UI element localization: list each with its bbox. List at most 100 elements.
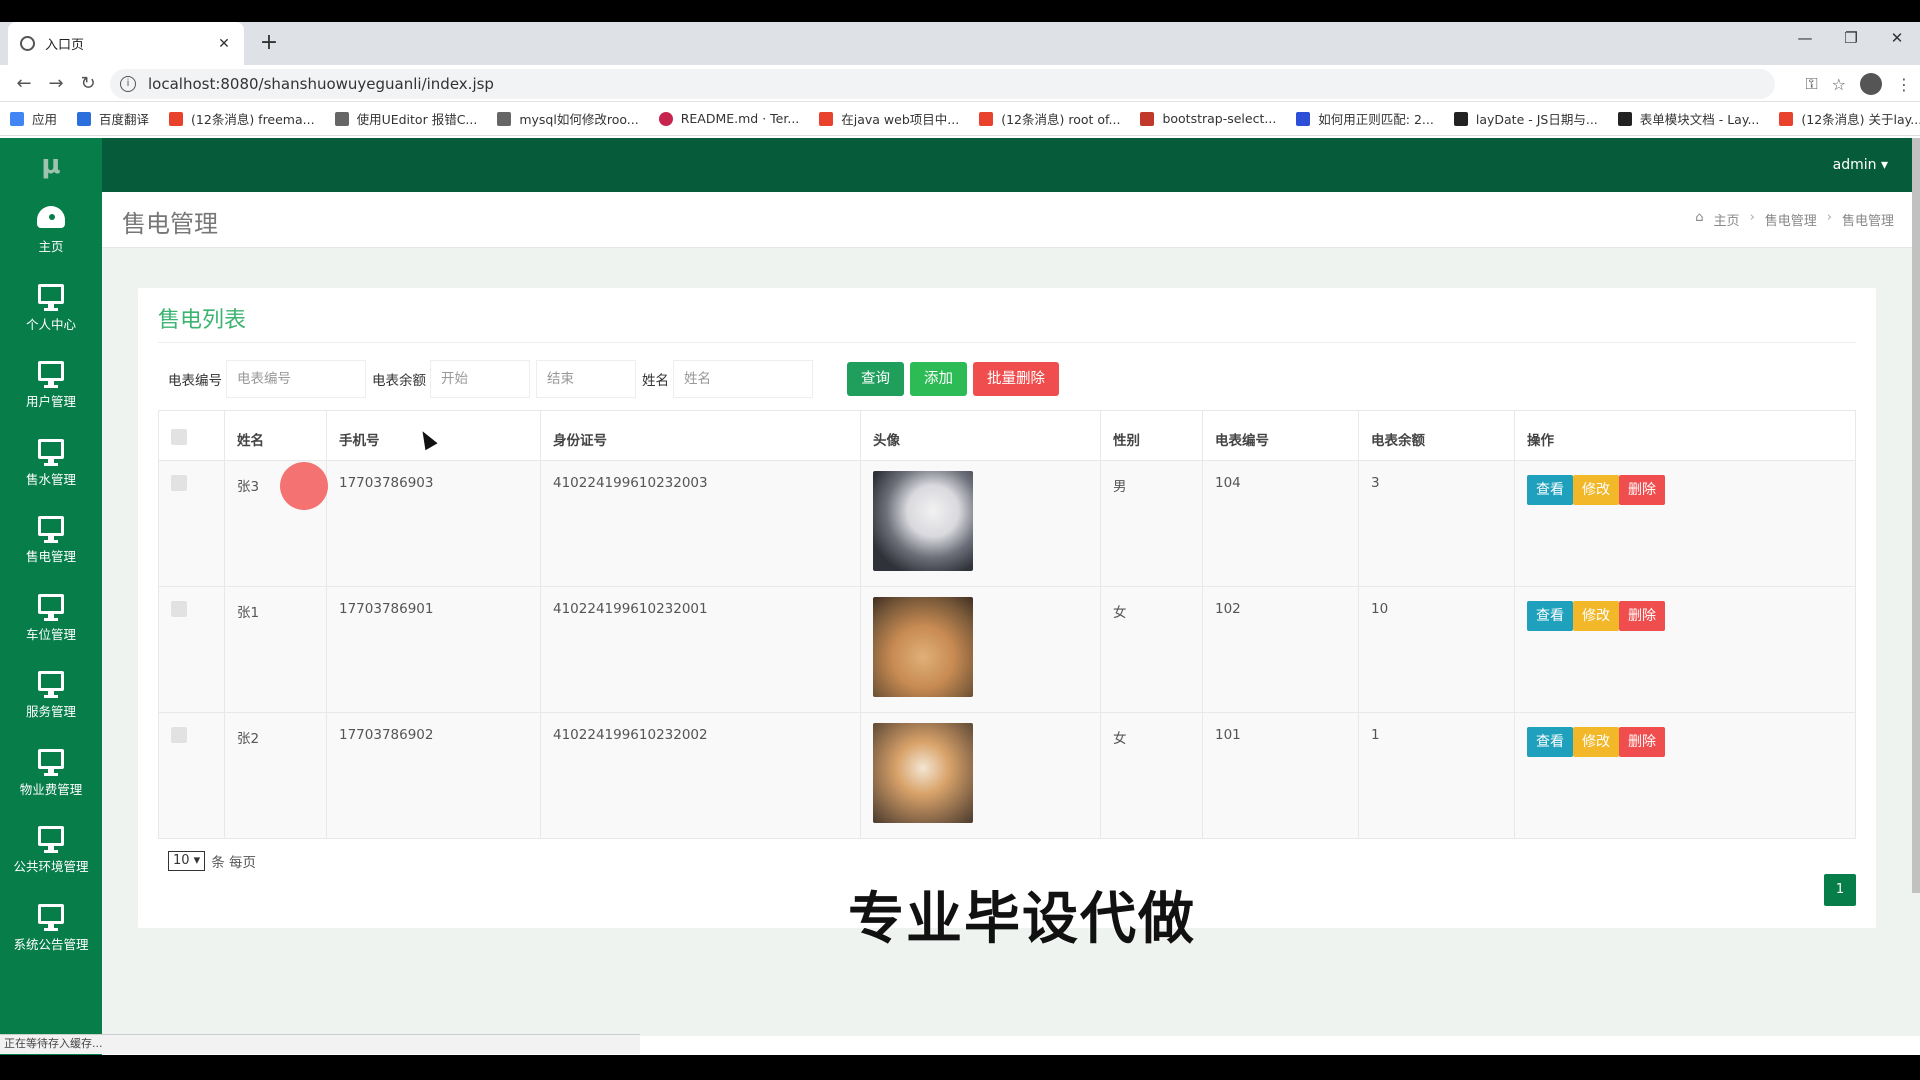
sidebar-item-home[interactable]: 主页 (0, 192, 102, 270)
bookmark-item[interactable]: 应用 (10, 109, 57, 128)
breadcrumb: ⌂ 主页 › 售电管理 › 售电管理 (1695, 210, 1894, 229)
tab-title: 入口页 (45, 38, 85, 53)
add-button[interactable]: 添加 (910, 362, 967, 396)
sidebar-item-notice[interactable]: 系统公告管理 (0, 890, 102, 968)
meter-input[interactable]: 电表编号 (226, 360, 366, 398)
browser-tab[interactable]: 入口页 ✕ (8, 22, 244, 65)
cell-phone: 17703786901 (326, 586, 541, 713)
bookmark-item[interactable]: mysql如何修改roo... (497, 109, 639, 128)
page-size-control: 10 ▾ 条 每页 (168, 851, 256, 871)
monitor-icon (38, 361, 64, 389)
browser-window: 入口页 ✕ + — ❐ ✕ ← → ↻ i localhost:8080/sha… (0, 22, 1920, 1055)
back-button[interactable]: ← (8, 73, 40, 94)
info-icon[interactable]: i (120, 76, 136, 92)
cell-balance: 1 (1358, 712, 1515, 839)
bookmark-item[interactable]: bootstrap-select... (1140, 111, 1276, 126)
bookmark-item[interactable]: (12条消息) root of... (979, 109, 1120, 128)
search-form: 电表编号 电表编号 电表余额 开始 结束 姓名 姓名 查询 添加 批量删除 (168, 360, 1065, 398)
bookmark-item[interactable]: 百度翻译 (77, 109, 149, 128)
delete-button[interactable]: 删除 (1619, 601, 1665, 631)
address-bar[interactable]: i localhost:8080/shanshuowuyeguanli/inde… (110, 69, 1775, 99)
click-indicator (280, 462, 328, 510)
sidebar-item-electricity[interactable]: 售电管理 (0, 502, 102, 580)
batch-delete-button[interactable]: 批量删除 (973, 362, 1059, 396)
row-checkbox[interactable] (171, 475, 187, 491)
name-input[interactable]: 姓名 (673, 360, 813, 398)
bookmark-item[interactable]: (12条消息) freema... (169, 109, 315, 128)
bookmark-item[interactable]: README.md · Ter... (658, 111, 799, 126)
select-all-checkbox[interactable] (171, 429, 187, 445)
view-button[interactable]: 查看 (1527, 475, 1573, 505)
sidebar: μ 主页 个人中心 用户管理 售水管理 售电管理 车位管理 服务管理 物业费管理… (0, 138, 102, 1055)
cell-name: 张2 (224, 712, 327, 839)
restore-button[interactable]: ❐ (1828, 22, 1874, 54)
monitor-icon (38, 438, 64, 466)
row-checkbox[interactable] (171, 727, 187, 743)
page-size-select[interactable]: 10 ▾ (168, 851, 206, 871)
close-tab-icon[interactable]: ✕ (216, 36, 232, 52)
table-row: 张3 17703786903 410224199610232003 男 104 … (158, 460, 1856, 587)
new-tab-button[interactable]: + (256, 30, 282, 55)
cell-idcard: 410224199610232003 (540, 460, 861, 587)
bookmark-item[interactable]: 表单模块文档 - Lay... (1617, 109, 1759, 128)
col-name[interactable]: 姓名 (224, 410, 327, 461)
avatar-image (873, 471, 973, 571)
pagination-page-1[interactable]: 1 (1824, 874, 1856, 906)
cell-name: 张1 (224, 586, 327, 713)
cell-meter: 104 (1202, 460, 1359, 587)
per-page-label: 条 每页 (211, 855, 257, 871)
browser-toolbar: ← → ↻ i localhost:8080/shanshuowuyeguanl… (0, 65, 1920, 102)
breadcrumb-home[interactable]: 主页 (1714, 210, 1740, 229)
globe-icon (20, 36, 35, 51)
bookmark-item[interactable]: layDate - JS日期与... (1453, 109, 1598, 128)
forward-button[interactable]: → (40, 73, 72, 94)
account-icon[interactable] (1860, 73, 1882, 95)
menu-icon[interactable]: ⋮ (1896, 75, 1912, 94)
sidebar-item-service[interactable]: 服务管理 (0, 657, 102, 735)
cell-idcard: 410224199610232002 (540, 712, 861, 839)
breadcrumb-section[interactable]: 售电管理 (1765, 210, 1817, 229)
col-gender[interactable]: 性别 (1100, 410, 1203, 461)
watermark-text: 专业毕设代做 (848, 887, 1196, 952)
delete-button[interactable]: 删除 (1619, 475, 1665, 505)
close-window-button[interactable]: ✕ (1874, 22, 1920, 54)
status-bar: 正在等待存入缓存... (0, 1034, 640, 1054)
view-button[interactable]: 查看 (1527, 727, 1573, 757)
page-scrollbar[interactable] (1912, 138, 1920, 893)
tab-strip: 入口页 ✕ + — ❐ ✕ (0, 22, 1920, 65)
url-text: localhost:8080/shanshuowuyeguanli/index.… (148, 75, 494, 93)
balance-start-input[interactable]: 开始 (430, 360, 530, 398)
edit-button[interactable]: 修改 (1573, 601, 1619, 631)
sidebar-item-parking[interactable]: 车位管理 (0, 580, 102, 658)
avatar-image (873, 597, 973, 697)
star-icon[interactable]: ☆ (1832, 75, 1846, 94)
sidebar-item-environment[interactable]: 公共环境管理 (0, 812, 102, 890)
col-idcard[interactable]: 身份证号 (540, 410, 861, 461)
bookmark-item[interactable]: (12条消息) 关于lay... (1779, 109, 1920, 128)
reload-button[interactable]: ↻ (72, 73, 104, 94)
page-title: 售电管理 (122, 210, 218, 238)
avatar-image (873, 723, 973, 823)
monitor-icon (38, 593, 64, 621)
query-button[interactable]: 查询 (847, 362, 904, 396)
row-checkbox[interactable] (171, 601, 187, 617)
view-button[interactable]: 查看 (1527, 601, 1573, 631)
edit-button[interactable]: 修改 (1573, 475, 1619, 505)
minimize-button[interactable]: — (1782, 22, 1828, 54)
col-meter[interactable]: 电表编号 (1202, 410, 1359, 461)
bookmark-item[interactable]: 使用UEditor 报错C... (334, 109, 477, 128)
col-balance[interactable]: 电表余额 (1358, 410, 1515, 461)
sidebar-item-water[interactable]: 售水管理 (0, 425, 102, 503)
sidebar-item-property-fee[interactable]: 物业费管理 (0, 735, 102, 813)
bookmark-item[interactable]: 如何用正则匹配: 2... (1296, 109, 1434, 128)
sidebar-item-users[interactable]: 用户管理 (0, 347, 102, 425)
user-menu[interactable]: admin ▾ (1833, 138, 1888, 192)
balance-end-input[interactable]: 结束 (536, 360, 636, 398)
bookmark-item[interactable]: 在java web项目中... (819, 109, 959, 128)
key-icon[interactable]: ⚿ (1805, 74, 1817, 94)
top-navbar: admin ▾ (102, 138, 1920, 192)
edit-button[interactable]: 修改 (1573, 727, 1619, 757)
sidebar-item-profile[interactable]: 个人中心 (0, 270, 102, 348)
delete-button[interactable]: 删除 (1619, 727, 1665, 757)
monitor-icon (38, 826, 64, 854)
